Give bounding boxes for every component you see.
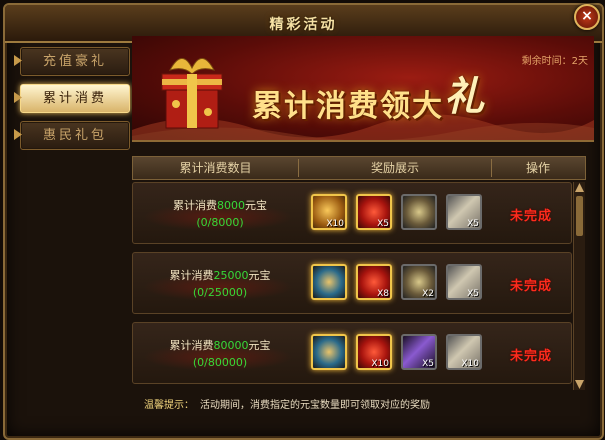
window-title: 精彩活动 (269, 17, 338, 33)
tab-benefit-pack[interactable]: 惠民礼包 (14, 121, 130, 150)
status-incomplete: 未完成 (509, 279, 552, 294)
red-gem-icon[interactable]: X8 (356, 264, 392, 300)
cond-suffix: 元宝 (248, 339, 271, 352)
tip-text: 温馨提示： 活动期间，消费指定的元宝数量即可领取对应的奖励 (144, 396, 430, 411)
purple-blade-icon[interactable]: X5 (401, 334, 437, 370)
reward-qty: X5 (422, 359, 434, 369)
cond-amount: 8000 (217, 199, 245, 212)
cond-amount: 25000 (213, 269, 249, 282)
event-banner: 累计消费领大礼 剩余时间：2天 (132, 36, 594, 142)
header-reward-display: 奖励展示 (370, 161, 419, 175)
header-action: 操作 (525, 161, 550, 175)
close-button[interactable]: × (574, 4, 600, 30)
horned-orb-icon[interactable]: X2 (401, 264, 437, 300)
banner-title-main: 累计消费领大 (252, 89, 444, 124)
red-gem-icon[interactable]: X10 (356, 334, 392, 370)
cond-suffix: 元宝 (245, 199, 267, 212)
spend-condition: 累计消费80000元宝 (0/80000) (145, 337, 295, 371)
spend-progress: (0/25000) (192, 286, 248, 299)
spend-condition: 累计消费25000元宝 (0/25000) (145, 267, 295, 301)
tab-recharge-gift[interactable]: 充值豪礼 (14, 47, 130, 76)
scroll-icon[interactable]: X5 (446, 264, 482, 300)
scroll-down-icon[interactable] (575, 380, 584, 389)
reward-qty: X5 (467, 219, 479, 229)
cond-suffix: 元宝 (248, 269, 271, 282)
ornate-token-icon[interactable] (311, 334, 347, 370)
scroll-up-icon[interactable] (575, 183, 584, 192)
tab-label: 累计消费 (42, 91, 107, 106)
reward-qty: X10 (371, 359, 389, 369)
reward-qty: X5 (467, 289, 479, 299)
reward-qty: X10 (326, 219, 344, 229)
reward-row: 累计消费8000元宝 (0/8000) X10 X5 X5 未完成 (132, 182, 572, 244)
tab-label: 充值豪礼 (42, 54, 107, 69)
reward-qty: X2 (422, 289, 434, 299)
cond-amount: 80000 (213, 339, 249, 352)
tab-label: 惠民礼包 (42, 128, 107, 143)
rows-scrollbar[interactable] (573, 182, 585, 390)
spend-progress: (0/8000) (196, 216, 244, 229)
reward-rows: 累计消费8000元宝 (0/8000) X10 X5 X5 未完成 累计消费25… (132, 182, 572, 390)
gold-coin-icon[interactable]: X10 (311, 194, 347, 230)
cond-prefix: 累计消费 (169, 269, 214, 282)
banner-title-big: 礼 (444, 74, 486, 120)
reward-qty: X5 (377, 219, 389, 229)
table-header: 累计消费数目 奖励展示 操作 (132, 156, 586, 180)
scroll-icon[interactable]: X5 (446, 194, 482, 230)
spend-progress: (0/80000) (192, 356, 248, 369)
horned-orb-icon[interactable] (401, 194, 437, 230)
ornate-token-icon[interactable] (311, 264, 347, 300)
header-spend-amount: 累计消费数目 (179, 161, 252, 175)
side-tabs: 充值豪礼 累计消费 惠民礼包 (14, 47, 130, 158)
gift-box-icon (161, 58, 223, 129)
red-gem-icon[interactable]: X5 (356, 194, 392, 230)
reward-qty: X8 (377, 289, 389, 299)
tip-label: 温馨提示： (144, 400, 194, 411)
banner-title: 累计消费领大礼 (252, 70, 486, 128)
scroll-thumb[interactable] (576, 196, 583, 236)
reward-qty: X10 (461, 359, 479, 369)
reward-row: 累计消费80000元宝 (0/80000) X10 X5 X10 未完成 (132, 322, 572, 384)
status-incomplete: 未完成 (509, 209, 552, 224)
cond-prefix: 累计消费 (169, 339, 214, 352)
reward-row: 累计消费25000元宝 (0/25000) X8 X2 X5 未完成 (132, 252, 572, 314)
status-incomplete: 未完成 (509, 349, 552, 364)
spend-condition: 累计消费8000元宝 (0/8000) (145, 197, 295, 231)
scroll-icon[interactable]: X10 (446, 334, 482, 370)
remaining-time: 剩余时间：2天 (521, 56, 588, 67)
tip-body: 活动期间，消费指定的元宝数量即可领取对应的奖励 (200, 400, 430, 411)
cond-prefix: 累计消费 (173, 199, 217, 212)
tab-cumulative-spend[interactable]: 累计消费 (14, 84, 130, 113)
